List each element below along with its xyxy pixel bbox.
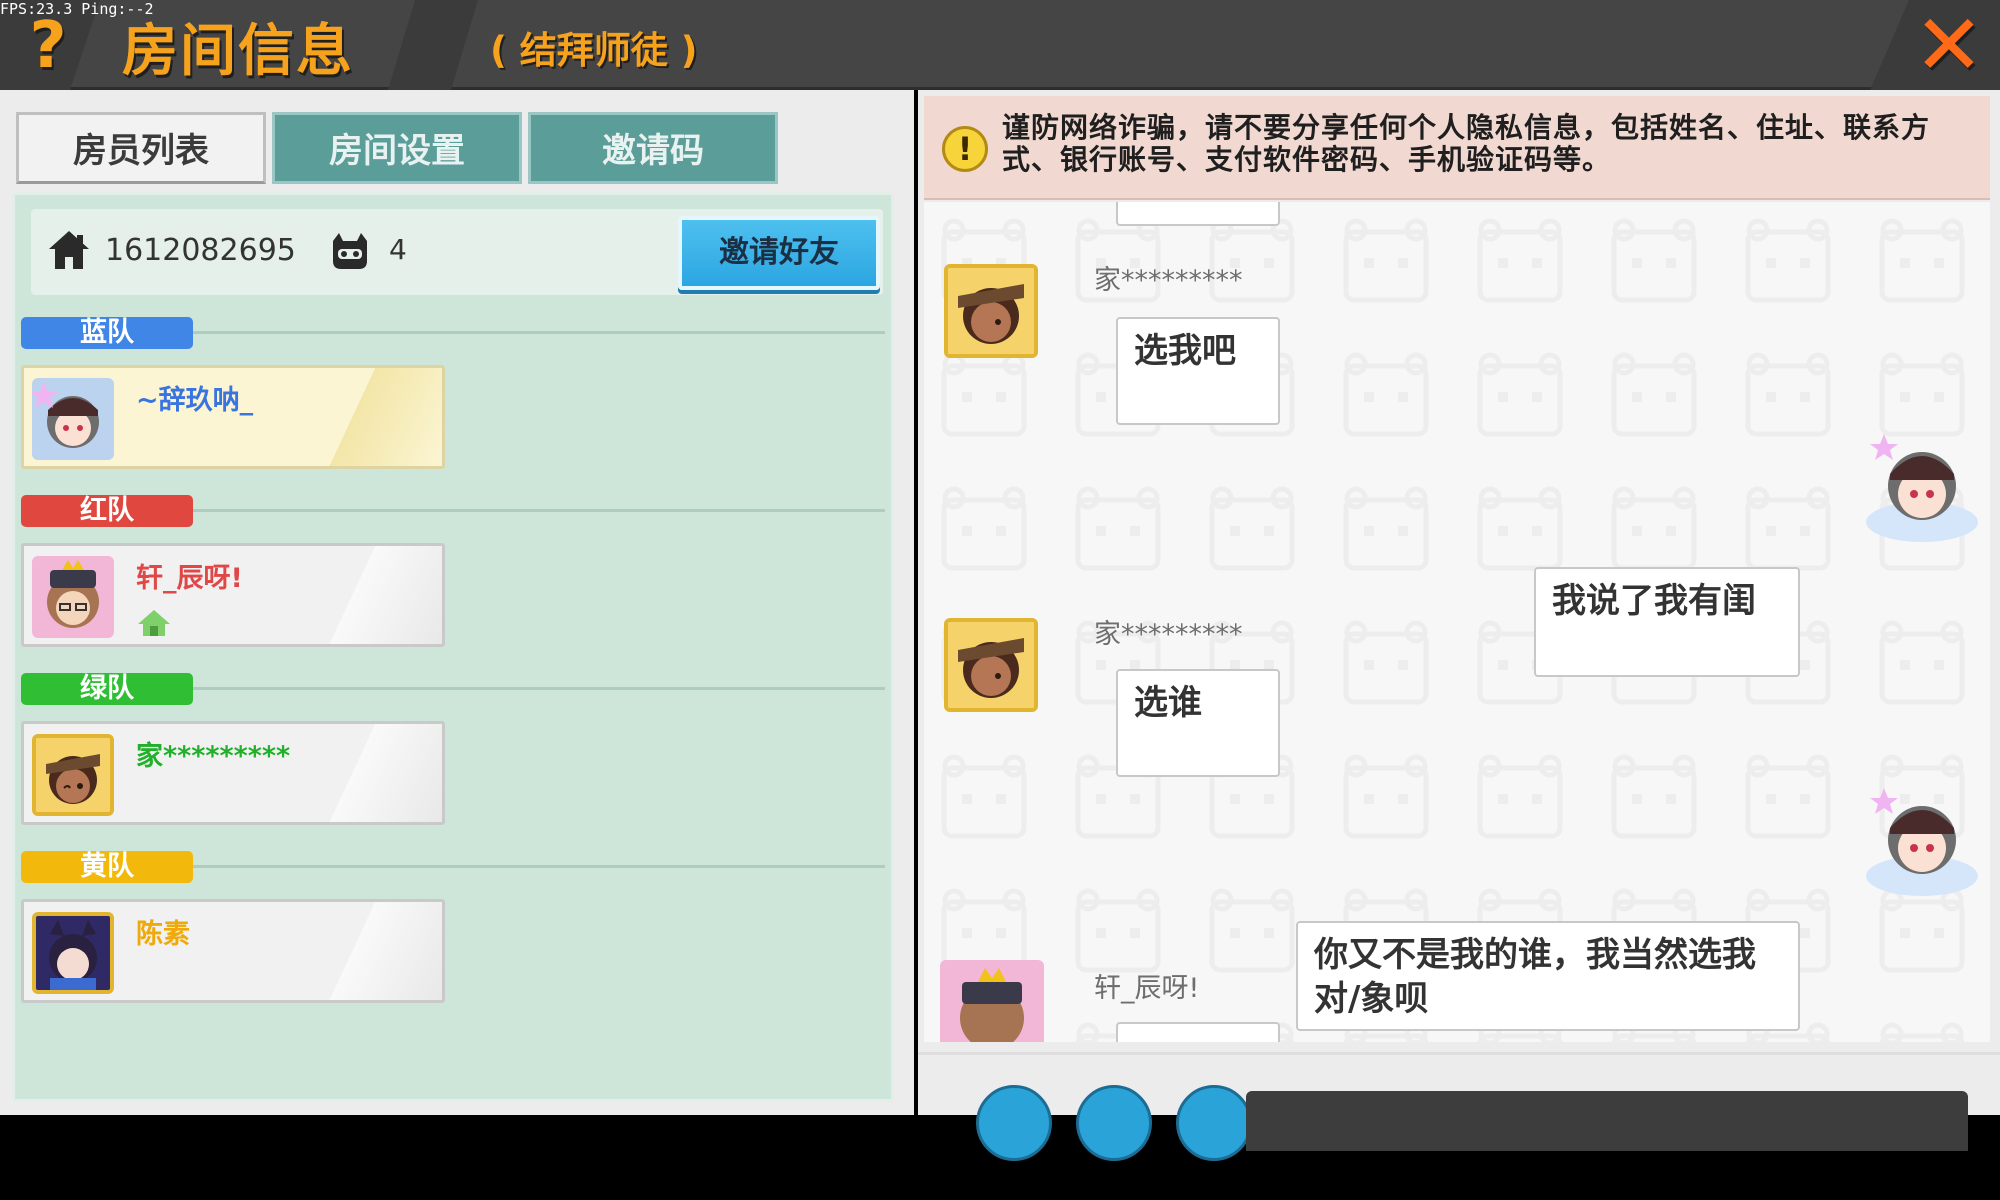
chat-sender-name: 轩_辰呀!: [1094, 973, 1200, 1004]
home-icon: [49, 231, 89, 269]
team-divider: [193, 331, 885, 334]
player-count: 4: [389, 233, 407, 266]
member-name: 陈素: [136, 919, 190, 950]
chat-bubble: 我说了我有闺: [1534, 567, 1800, 677]
members-panel: 房员列表 房间设置 邀请码 1612082695 4 邀请好友 蓝队 ~辞玖呐_…: [0, 90, 914, 1115]
chat-bubble-partial: [1116, 202, 1280, 226]
team-label-blue: 蓝队: [21, 317, 193, 349]
warning-exclamation-icon: !: [942, 126, 988, 172]
room-info-bar: 1612082695 4 邀请好友: [31, 209, 883, 295]
member-card-yellow-1[interactable]: 陈素: [21, 899, 445, 1003]
invite-friends-button[interactable]: 邀请好友: [678, 216, 880, 290]
avatar: [32, 378, 114, 460]
emoji-button[interactable]: [976, 1085, 1052, 1161]
team-label-green: 绿队: [21, 673, 193, 705]
avatar[interactable]: [944, 264, 1038, 358]
header-mid-shape: [388, 0, 478, 90]
room-id: 1612082695: [105, 233, 296, 268]
room-info-screen: FPS:23.3 Ping:--2 ? 房间信息 ( 结拜师徒 ) ✕ 房员列表…: [0, 0, 2000, 1200]
member-card-red-1[interactable]: 轩_辰呀!: [21, 543, 445, 647]
fps-counter: FPS:23.3 Ping:--2: [0, 0, 154, 18]
member-card-green-1[interactable]: 家*********: [21, 721, 445, 825]
avatar: [32, 734, 114, 816]
chat-bubble: 选我吧: [1116, 317, 1280, 425]
chat-messages[interactable]: 家********* 选我吧 我说了我有闺 家********* 选谁 你又不是…: [924, 202, 1990, 1042]
header-bar: FPS:23.3 Ping:--2 ? 房间信息 ( 结拜师徒 ) ✕: [0, 0, 2000, 90]
member-list-area: 1612082695 4 邀请好友 蓝队 ~辞玖呐_ 红队 轩_辰呀! 绿队 家…: [12, 192, 894, 1102]
avatar[interactable]: [940, 960, 1044, 1042]
chat-input[interactable]: [1246, 1091, 1968, 1151]
chat-sender-name: 家*********: [1094, 265, 1243, 296]
member-name: 轩_辰呀!: [136, 563, 243, 594]
chat-input-bar: [918, 1052, 2000, 1161]
avatar[interactable]: [1862, 782, 1982, 902]
chat-background-pattern: [924, 202, 1990, 1042]
member-name: ~辞玖呐_: [136, 385, 254, 416]
anti-fraud-warning: ! 谨防网络诈骗，请不要分享任何个人隐私信息，包括姓名、住址、联系方式、银行账号…: [924, 96, 1990, 200]
quick-chat-button[interactable]: [1176, 1085, 1252, 1161]
avatar[interactable]: [1862, 428, 1982, 548]
page-title: 房间信息: [122, 19, 354, 84]
chat-bubble: 选谁: [1116, 669, 1280, 777]
tab-invite-code[interactable]: 邀请码: [528, 112, 778, 184]
chat-bubble: [1116, 1022, 1280, 1042]
voice-button[interactable]: [1076, 1085, 1152, 1161]
question-mark-icon[interactable]: ?: [18, 8, 78, 84]
avatar: [32, 912, 114, 994]
chat-panel: ! 谨防网络诈骗，请不要分享任何个人隐私信息，包括姓名、住址、联系方式、银行账号…: [918, 90, 2000, 1161]
member-card-blue-1[interactable]: ~辞玖呐_: [21, 365, 445, 469]
room-host-icon: [138, 610, 170, 636]
avatar[interactable]: [944, 618, 1038, 712]
tab-member-list[interactable]: 房员列表: [16, 112, 266, 184]
team-label-yellow: 黄队: [21, 851, 193, 883]
chat-bubble: 你又不是我的谁，我当然选我对/象呗: [1296, 921, 1800, 1031]
close-x-icon[interactable]: ✕: [1904, 2, 1994, 88]
team-divider: [193, 509, 885, 512]
chat-sender-name: 家*********: [1094, 619, 1243, 650]
tab-room-settings[interactable]: 房间设置: [272, 112, 522, 184]
avatar: [32, 556, 114, 638]
warning-text: 谨防网络诈骗，请不要分享任何个人隐私信息，包括姓名、住址、联系方式、银行账号、支…: [1002, 111, 1931, 176]
team-divider: [193, 865, 885, 868]
team-divider: [193, 687, 885, 690]
room-mode-subtitle: ( 结拜师徒 ): [490, 29, 698, 72]
player-head-icon: [333, 233, 367, 269]
team-label-red: 红队: [21, 495, 193, 527]
member-name: 家*********: [136, 741, 291, 772]
